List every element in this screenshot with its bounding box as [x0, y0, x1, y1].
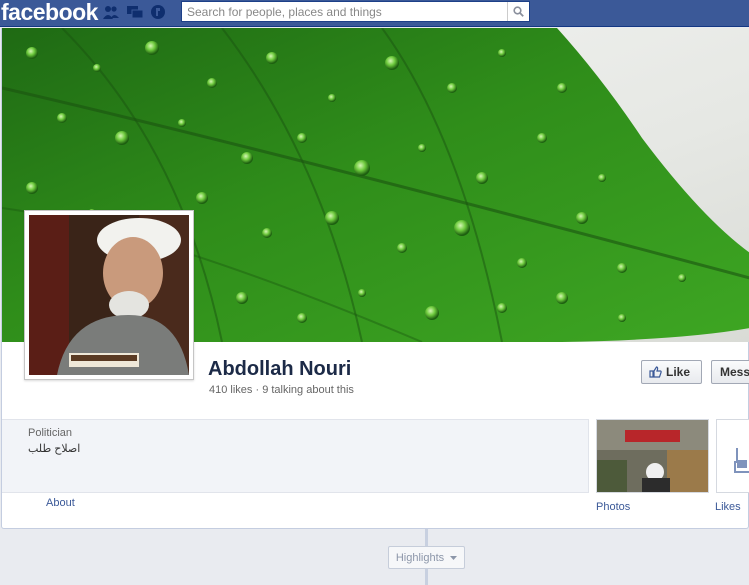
page-category: Politician: [28, 427, 73, 439]
photos-app-thumbnail[interactable]: [596, 419, 709, 493]
like-button-label: Like: [666, 365, 691, 379]
about-link[interactable]: About: [46, 497, 75, 509]
likes-app-thumbnail[interactable]: [716, 419, 749, 493]
page-title[interactable]: Abdollah Nouri: [208, 358, 351, 381]
messages-icon[interactable]: [126, 4, 144, 20]
highlights-label: Highlights: [395, 551, 445, 564]
photos-app-label[interactable]: Photos: [596, 501, 630, 513]
profile-picture[interactable]: [24, 210, 194, 380]
notifications-icon[interactable]: [149, 4, 167, 20]
thumbs-up-icon: [649, 366, 662, 378]
search-icon: [513, 6, 524, 17]
message-button[interactable]: Message: [711, 360, 749, 384]
facebook-logo[interactable]: facebook: [1, 0, 98, 26]
likes-thumb-icon: [734, 448, 749, 473]
chevron-down-icon: [450, 555, 458, 560]
search-box: [181, 1, 530, 22]
friend-requests-icon[interactable]: [102, 4, 120, 20]
page-stats[interactable]: 410 likes · 9 talking about this: [209, 384, 354, 396]
top-bar: facebook: [0, 0, 749, 27]
about-description: اصلاح طلب: [28, 443, 81, 455]
profile-photo-image: [29, 215, 189, 375]
like-button[interactable]: Like: [641, 360, 702, 384]
message-button-label: Message: [720, 365, 749, 379]
highlights-dropdown[interactable]: Highlights: [388, 546, 465, 569]
search-button[interactable]: [507, 2, 529, 21]
photos-thumbnail-image: [597, 420, 708, 492]
likes-app-label[interactable]: Likes: [715, 501, 741, 513]
search-input[interactable]: [182, 2, 508, 21]
about-box[interactable]: [2, 419, 589, 493]
